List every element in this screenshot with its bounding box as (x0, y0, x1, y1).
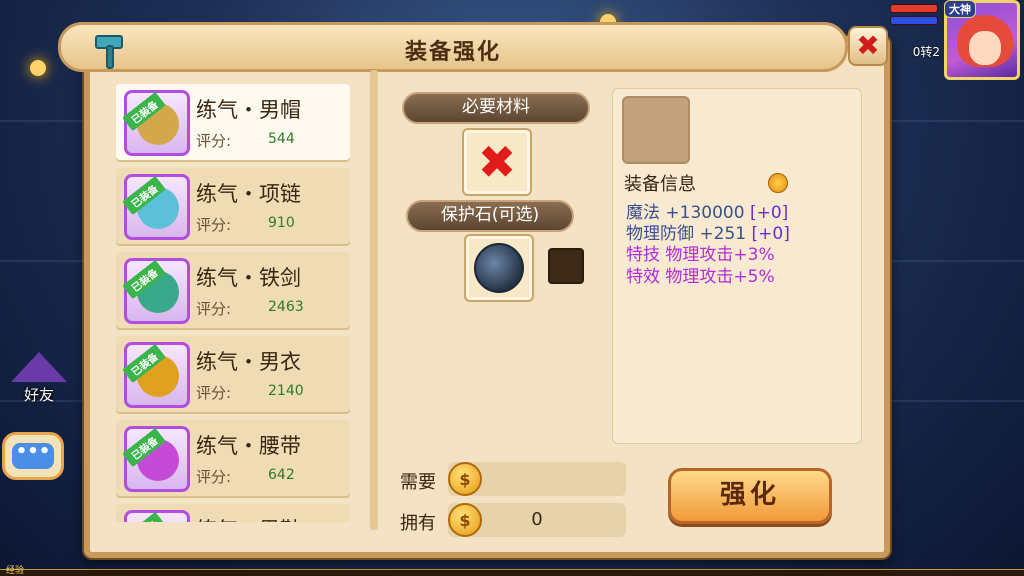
close-button[interactable]: ✖ (848, 26, 888, 66)
protect-stone-icon (474, 243, 524, 293)
protect-stone-label: 保护石(可选) (406, 200, 574, 232)
lamp-icon (30, 60, 46, 76)
list-item[interactable]: 已装备练气・男鞋评分: (116, 504, 350, 522)
list-item[interactable]: 已装备 练气・男衣评分: 2140 (116, 336, 350, 414)
equipment-info-title: 装备信息 (624, 174, 696, 195)
equipment-icon: 已装备 (122, 342, 190, 408)
xp-label: 经验 (6, 566, 25, 576)
item-name: 练气・腰带 (196, 434, 301, 458)
equipment-icon: 已装备 (122, 510, 190, 522)
list-item[interactable]: 已装备 练气・男帽评分: 544 (116, 84, 350, 162)
list-item[interactable]: 已装备 练气・腰带评分: 642 (116, 420, 350, 498)
equipment-icon: 已装备 (122, 174, 190, 240)
mp-bar (890, 16, 938, 25)
list-scrollbar[interactable] (370, 70, 378, 530)
own-label: 拥有 (400, 513, 436, 534)
protect-stone-checkbox[interactable] (548, 248, 584, 284)
score-value: 642 (268, 467, 295, 483)
score-label: 评分: (196, 468, 232, 486)
score-label: 评分: (196, 216, 232, 234)
page-title: 装备强化 (404, 40, 501, 65)
item-name: 练气・男衣 (196, 350, 301, 374)
wizard-hat-icon (11, 352, 67, 382)
chat-bubble-icon: ••• (12, 443, 54, 469)
required-materials-label: 必要材料 (402, 92, 590, 124)
xp-bar (0, 569, 1024, 576)
protect-stone-slot[interactable] (464, 234, 534, 302)
status-badge: 大神 (944, 0, 976, 18)
item-name: 练气・男鞋 (196, 514, 301, 522)
list-item[interactable]: 已装备 练气・项链评分: 910 (116, 168, 350, 246)
item-name: 练气・铁剑 (196, 266, 301, 290)
score-label: 评分: (196, 132, 232, 150)
score-value: 544 (268, 131, 295, 147)
hammer-icon (95, 35, 123, 69)
friend-label: 好友 (23, 386, 54, 404)
equipment-thumbnail (622, 96, 690, 164)
score-label: 评分: (196, 384, 232, 402)
hp-bar (890, 4, 938, 13)
equipment-icon: 已装备 (122, 90, 190, 156)
required-material-slot[interactable]: ✖ (462, 128, 532, 196)
own-value: 0 (531, 509, 543, 530)
empty-slot-icon: ✖ (477, 135, 517, 189)
list-item[interactable]: 已装备 练气・铁剑评分: 2463 (116, 252, 350, 330)
item-name: 练气・男帽 (196, 98, 301, 122)
equipment-info-panel: 装备信息 魔法 +130000 [+0] 物理防御 +251 [+0] 特技 物… (612, 88, 862, 444)
equipment-icon: 已装备 (122, 258, 190, 324)
score-value: 2140 (268, 383, 304, 399)
cost-own-row: 拥有 $ 0 (396, 503, 628, 537)
special-effect-line: 特效 物理攻击+5% (626, 267, 775, 287)
score-value: 2463 (268, 299, 304, 315)
equipment-list[interactable]: 已装备 练气・男帽 评分: 544 已装备 练气・项链 评分: 910 已装备 练气・铁剑 评分: 2… (116, 84, 352, 522)
score-value: 910 (268, 215, 295, 231)
coin-icon (768, 173, 788, 193)
equipment-icon: 已装备 (122, 426, 190, 492)
need-label: 需要 (400, 472, 436, 493)
chat-button[interactable]: ••• (2, 432, 64, 480)
coin-icon: $ (448, 462, 482, 496)
cost-need-row: 需要 $ (396, 462, 628, 496)
item-name: 练气・项链 (196, 182, 301, 206)
close-icon: ✖ (856, 29, 880, 62)
equipped-badge: 已装备 (122, 511, 166, 522)
rank-text: 0转2 (912, 45, 940, 59)
score-label: 评分: (196, 300, 232, 318)
strengthen-button[interactable]: 强化 (668, 468, 832, 524)
friend-button[interactable]: 好友 (8, 352, 70, 412)
